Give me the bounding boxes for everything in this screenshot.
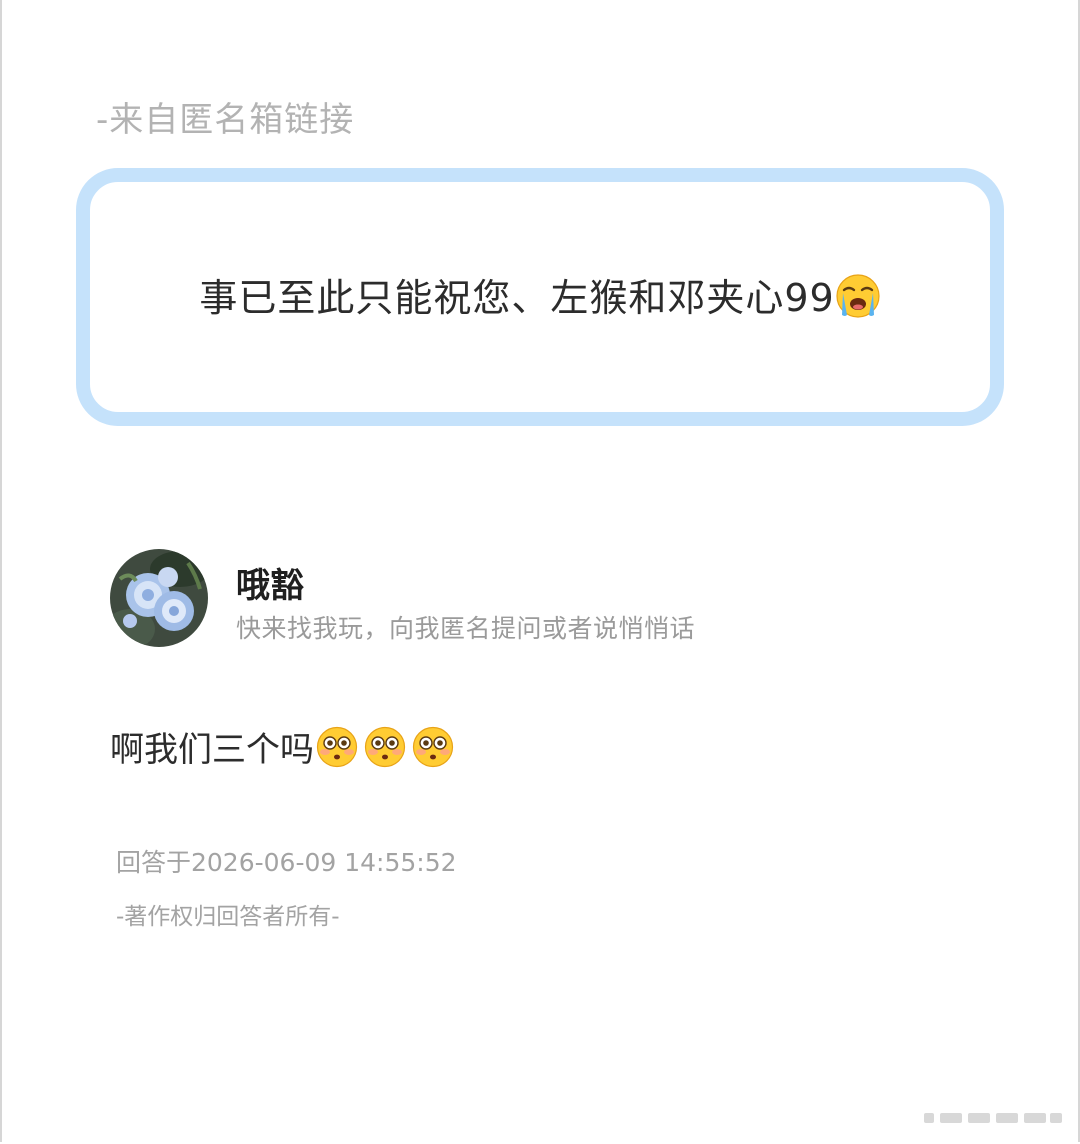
question-content: 事已至此只能祝您、左猴和邓夹心99 — [199, 267, 880, 328]
avatar[interactable] — [110, 549, 208, 647]
author-name[interactable]: 哦豁 — [236, 558, 304, 607]
watermark-logo — [920, 1108, 1066, 1128]
answer-content: 啊我们三个吗 — [110, 722, 454, 771]
flushed-face-icon — [364, 726, 406, 767]
question-card: 事已至此只能祝您、左猴和邓夹心99 — [76, 168, 1004, 426]
blue-roses-avatar-icon — [110, 549, 208, 647]
author-bio: 快来找我玩，向我匿名提问或者说悄悄话 — [236, 614, 696, 643]
flushed-face-icon — [412, 726, 454, 767]
copyright-notice: -著作权归回答者所有- — [116, 904, 340, 930]
answered-timestamp: 回答于2026-06-09 14:55:52 — [116, 848, 457, 877]
answer-text: 啊我们三个吗 — [110, 730, 314, 770]
loudly-crying-face-icon — [835, 273, 881, 328]
source-label: -来自匿名箱链接 — [96, 100, 355, 140]
question-text: 事已至此只能祝您、左猴和邓夹心99 — [199, 275, 835, 320]
flushed-face-icon — [316, 726, 358, 767]
